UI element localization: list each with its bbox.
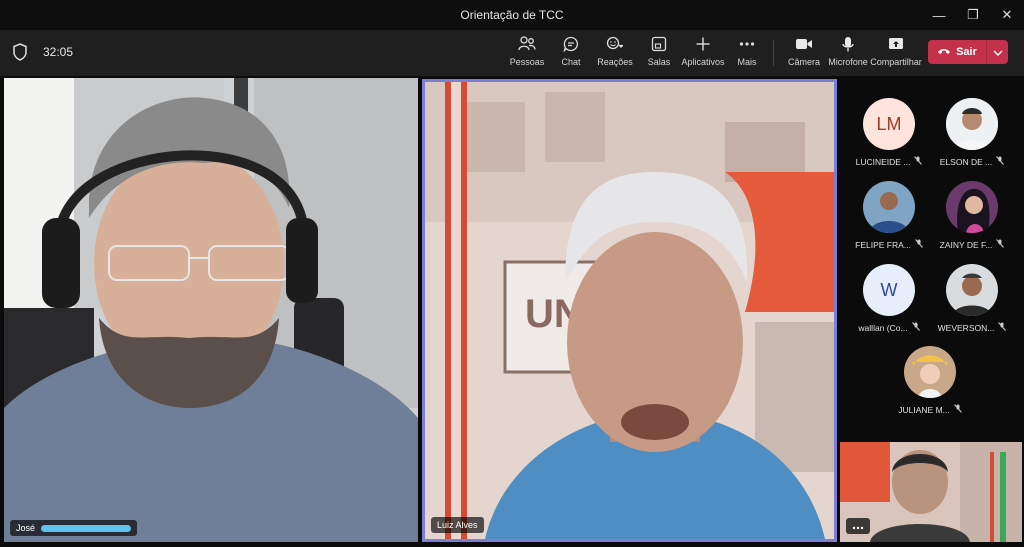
camera-icon xyxy=(795,34,813,54)
mic-muted-icon xyxy=(996,156,1005,167)
people-icon xyxy=(518,34,536,54)
share-icon xyxy=(888,34,904,54)
camera-label: Câmera xyxy=(787,57,820,67)
chat-button[interactable]: Chat xyxy=(549,34,593,72)
participant-name-right: Luiz Alves xyxy=(437,520,478,530)
participant-name: WEVERSON... xyxy=(937,322,995,333)
participant-name: LUCINEIDE ... xyxy=(855,156,911,167)
people-button[interactable]: Pessoas xyxy=(505,34,549,72)
mic-muted-icon xyxy=(953,404,962,415)
avatar: LM xyxy=(863,98,915,150)
video-tile-active-speaker[interactable]: UNI Luiz Alves xyxy=(422,79,837,542)
share-label: Compartilhar xyxy=(870,57,922,67)
toolbar-divider xyxy=(773,40,774,66)
more-label: Mais xyxy=(737,57,757,67)
reactions-icon xyxy=(606,34,624,54)
participant-name-left: José xyxy=(16,523,36,533)
microphone-label: Microfone xyxy=(828,57,868,67)
phone-hangup-icon xyxy=(937,46,951,58)
video-feed-left xyxy=(4,78,418,542)
rooms-label: Salas xyxy=(647,57,671,67)
share-button[interactable]: Compartilhar xyxy=(870,34,922,72)
video-tile-left[interactable]: José xyxy=(4,78,418,542)
redacted-surname xyxy=(40,525,131,533)
apps-button[interactable]: Aplicativos xyxy=(681,34,725,72)
microphone-icon xyxy=(841,34,855,54)
restore-icon[interactable]: ❐ xyxy=(956,0,990,30)
mic-muted-icon xyxy=(914,156,923,167)
window-title: Orientação de TCC xyxy=(460,8,564,22)
roster-participant[interactable]: ZAINY DE F... xyxy=(930,181,1014,250)
more-icon xyxy=(852,517,864,535)
avatar xyxy=(946,98,998,150)
participant-name: FELIPE FRA... xyxy=(855,239,911,250)
reactions-button[interactable]: Reações xyxy=(593,34,637,72)
participant-name: ELSON DE ... xyxy=(939,156,993,167)
participant-name: ZAINY DE F... xyxy=(939,239,993,250)
roster-participant[interactable]: ELSON DE ... xyxy=(930,98,1014,167)
roster-participant[interactable]: LM LUCINEIDE ... xyxy=(847,98,931,167)
mic-muted-icon xyxy=(998,322,1007,333)
meeting-toolbar: 32:05 Pessoas Chat Reações Salas Aplicat… xyxy=(0,30,1024,76)
mic-muted-icon xyxy=(911,322,920,333)
mic-muted-icon xyxy=(914,239,923,250)
people-label: Pessoas xyxy=(509,57,545,67)
apps-label: Aplicativos xyxy=(681,57,725,67)
leave-button[interactable]: Sair xyxy=(928,40,1008,64)
window-controls: — ❐ ✕ xyxy=(922,0,1024,30)
avatar xyxy=(904,346,956,398)
chat-icon xyxy=(563,34,579,54)
participant-nameplate-left: José xyxy=(10,520,137,536)
title-bar: Orientação de TCC — ❐ ✕ xyxy=(0,0,1024,30)
leave-main[interactable]: Sair xyxy=(928,40,986,64)
leave-dropdown[interactable] xyxy=(986,40,1008,64)
more-icon xyxy=(739,34,755,54)
apps-icon xyxy=(695,34,711,54)
microphone-button[interactable]: Microfone xyxy=(826,34,870,72)
avatar: W xyxy=(863,264,915,316)
roster-participant[interactable]: FELIPE FRA... xyxy=(847,181,931,250)
avatar xyxy=(946,181,998,233)
mic-muted-icon xyxy=(996,239,1005,250)
avatar xyxy=(946,264,998,316)
roster-participant[interactable]: W walllan (Co... xyxy=(847,264,931,333)
participant-nameplate-right: Luiz Alves xyxy=(431,517,484,533)
participant-roster: LM LUCINEIDE ... ELSON DE ... FELIPE FRA… xyxy=(840,80,1024,440)
camera-button[interactable]: Câmera xyxy=(782,34,826,72)
chevron-down-icon xyxy=(993,43,1003,61)
video-feed-right: UNI xyxy=(425,82,834,539)
roster-participant[interactable]: WEVERSON... xyxy=(930,264,1014,333)
toolbar-actions: Pessoas Chat Reações Salas Aplicativos M… xyxy=(505,34,922,72)
more-button[interactable]: Mais xyxy=(725,34,769,72)
avatar xyxy=(863,181,915,233)
roster-participant[interactable]: JULIANE M... xyxy=(888,346,972,415)
participant-name: JULIANE M... xyxy=(898,404,950,415)
chat-label: Chat xyxy=(561,57,581,67)
rooms-icon xyxy=(651,34,667,54)
shield-icon xyxy=(13,43,27,61)
self-view-more-button[interactable] xyxy=(846,518,870,534)
participant-name: walllan (Co... xyxy=(858,322,908,333)
leave-label: Sair xyxy=(956,46,977,58)
reactions-label: Reações xyxy=(597,57,633,67)
minimize-icon[interactable]: — xyxy=(922,0,956,30)
rooms-button[interactable]: Salas xyxy=(637,34,681,72)
close-icon[interactable]: ✕ xyxy=(990,0,1024,30)
meeting-timer: 32:05 xyxy=(43,45,74,59)
